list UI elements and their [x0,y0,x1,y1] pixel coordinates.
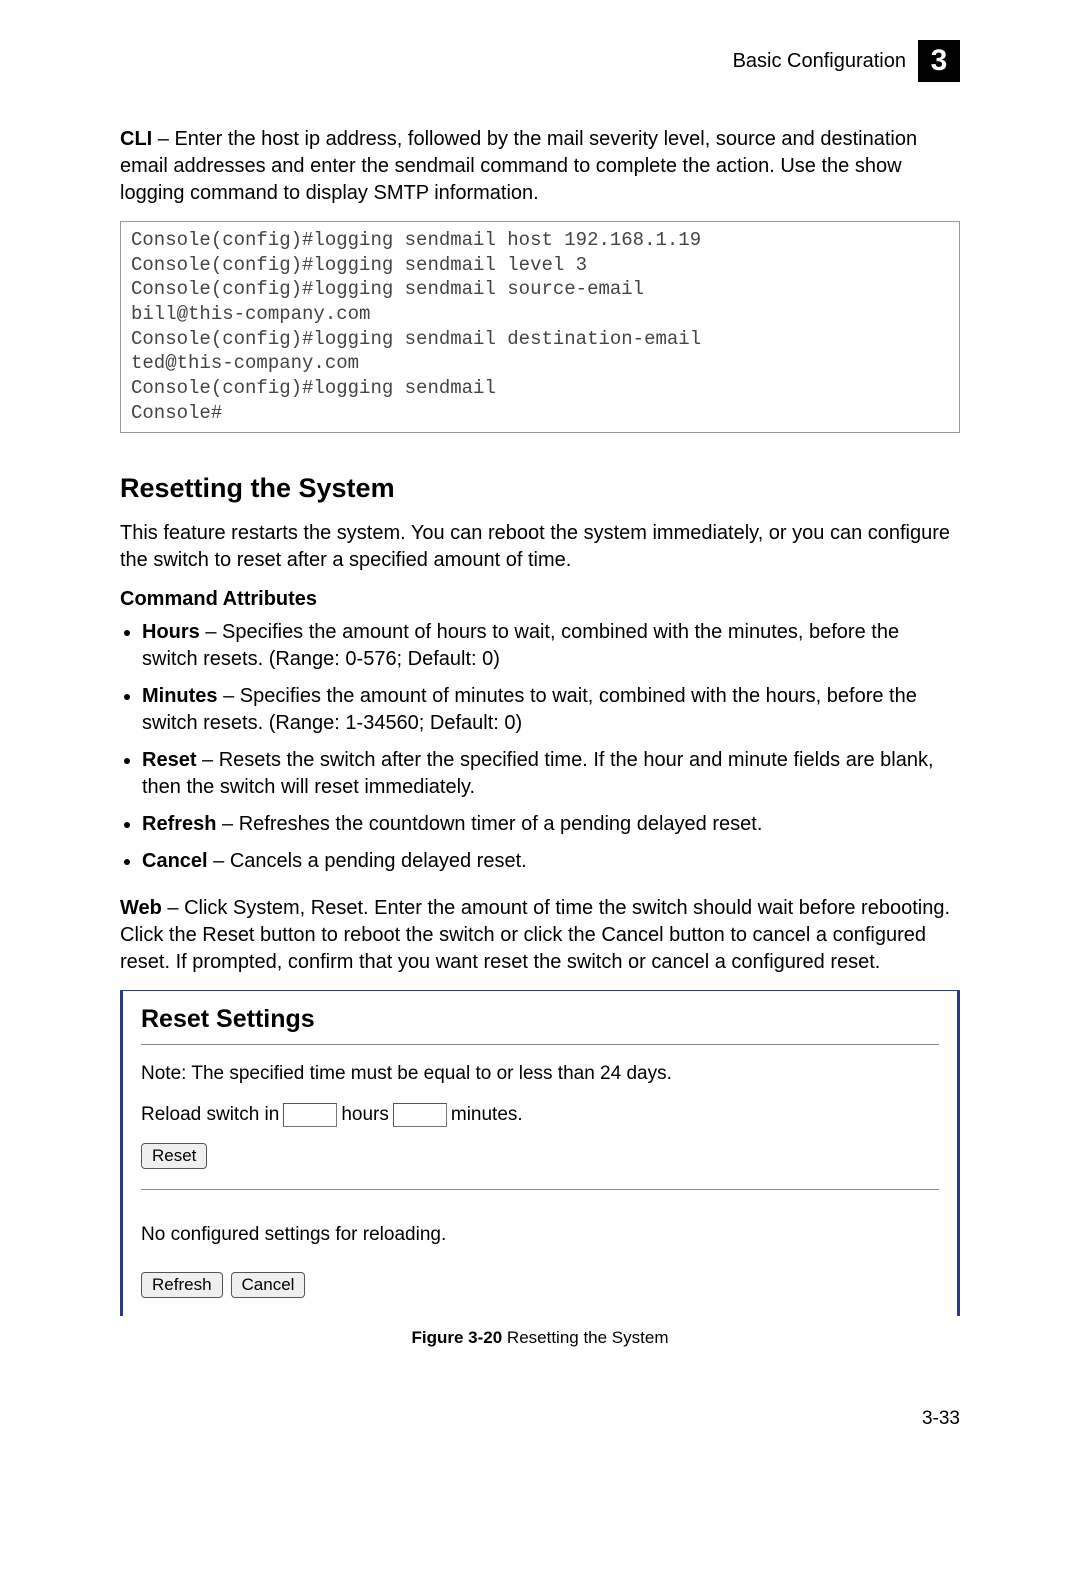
panel-note: Note: The specified time must be equal t… [141,1063,939,1085]
minutes-label: minutes. [451,1104,523,1126]
list-item: Reset – Resets the switch after the spec… [142,747,960,801]
page-header: Basic Configuration 3 [120,40,960,82]
cli-intro: CLI – Enter the host ip address, followe… [120,126,960,207]
reload-line: Reload switch in hours minutes. [141,1103,939,1127]
refresh-cancel-row: Refresh Cancel [141,1272,939,1298]
hours-label: hours [341,1104,389,1126]
attr-text: – Specifies the amount of minutes to wai… [142,685,917,734]
hours-input[interactable] [283,1103,337,1127]
no-config-text: No configured settings for reloading. [141,1224,939,1246]
list-item: Refresh – Refreshes the countdown timer … [142,811,960,838]
attr-text: – Resets the switch after the specified … [142,749,934,798]
header-text: Basic Configuration [733,50,906,73]
attr-term: Minutes [142,685,218,707]
attr-term: Reset [142,749,196,771]
reset-button[interactable]: Reset [141,1143,207,1169]
cli-intro-text: – Enter the host ip address, followed by… [120,128,917,204]
web-lead: Web [120,897,162,919]
list-item: Hours – Specifies the amount of hours to… [142,619,960,673]
divider [141,1189,939,1190]
figure-caption-label: Figure 3-20 [411,1328,502,1347]
web-text: – Click System, Reset. Enter the amount … [120,897,950,973]
cancel-button[interactable]: Cancel [231,1272,306,1298]
command-attributes-list: Hours – Specifies the amount of hours to… [120,619,960,875]
attr-term: Cancel [142,850,208,872]
reload-prefix: Reload switch in [141,1104,279,1126]
page: Basic Configuration 3 CLI – Enter the ho… [0,0,1080,1490]
cli-output-box: Console(config)#logging sendmail host 19… [120,221,960,433]
section-title: Resetting the System [120,473,960,504]
figure-caption: Figure 3-20 Resetting the System [120,1328,960,1348]
refresh-button[interactable]: Refresh [141,1272,223,1298]
command-attributes-heading: Command Attributes [120,588,960,611]
web-instructions: Web – Click System, Reset. Enter the amo… [120,895,960,976]
divider [141,1044,939,1045]
cli-intro-lead: CLI [120,128,152,150]
page-number: 3-33 [120,1408,960,1430]
chapter-number-badge: 3 [918,40,960,82]
attr-text: – Cancels a pending delayed reset. [208,850,527,872]
figure-caption-text: Resetting the System [502,1328,668,1347]
reset-button-row: Reset [141,1143,939,1169]
attr-term: Refresh [142,813,216,835]
panel-title: Reset Settings [141,1005,939,1034]
list-item: Cancel – Cancels a pending delayed reset… [142,848,960,875]
reset-settings-panel: Reset Settings Note: The specified time … [120,990,960,1316]
section-desc: This feature restarts the system. You ca… [120,520,960,574]
attr-text: – Refreshes the countdown timer of a pen… [216,813,762,835]
list-item: Minutes – Specifies the amount of minute… [142,683,960,737]
attr-term: Hours [142,621,200,643]
attr-text: – Specifies the amount of hours to wait,… [142,621,899,670]
minutes-input[interactable] [393,1103,447,1127]
